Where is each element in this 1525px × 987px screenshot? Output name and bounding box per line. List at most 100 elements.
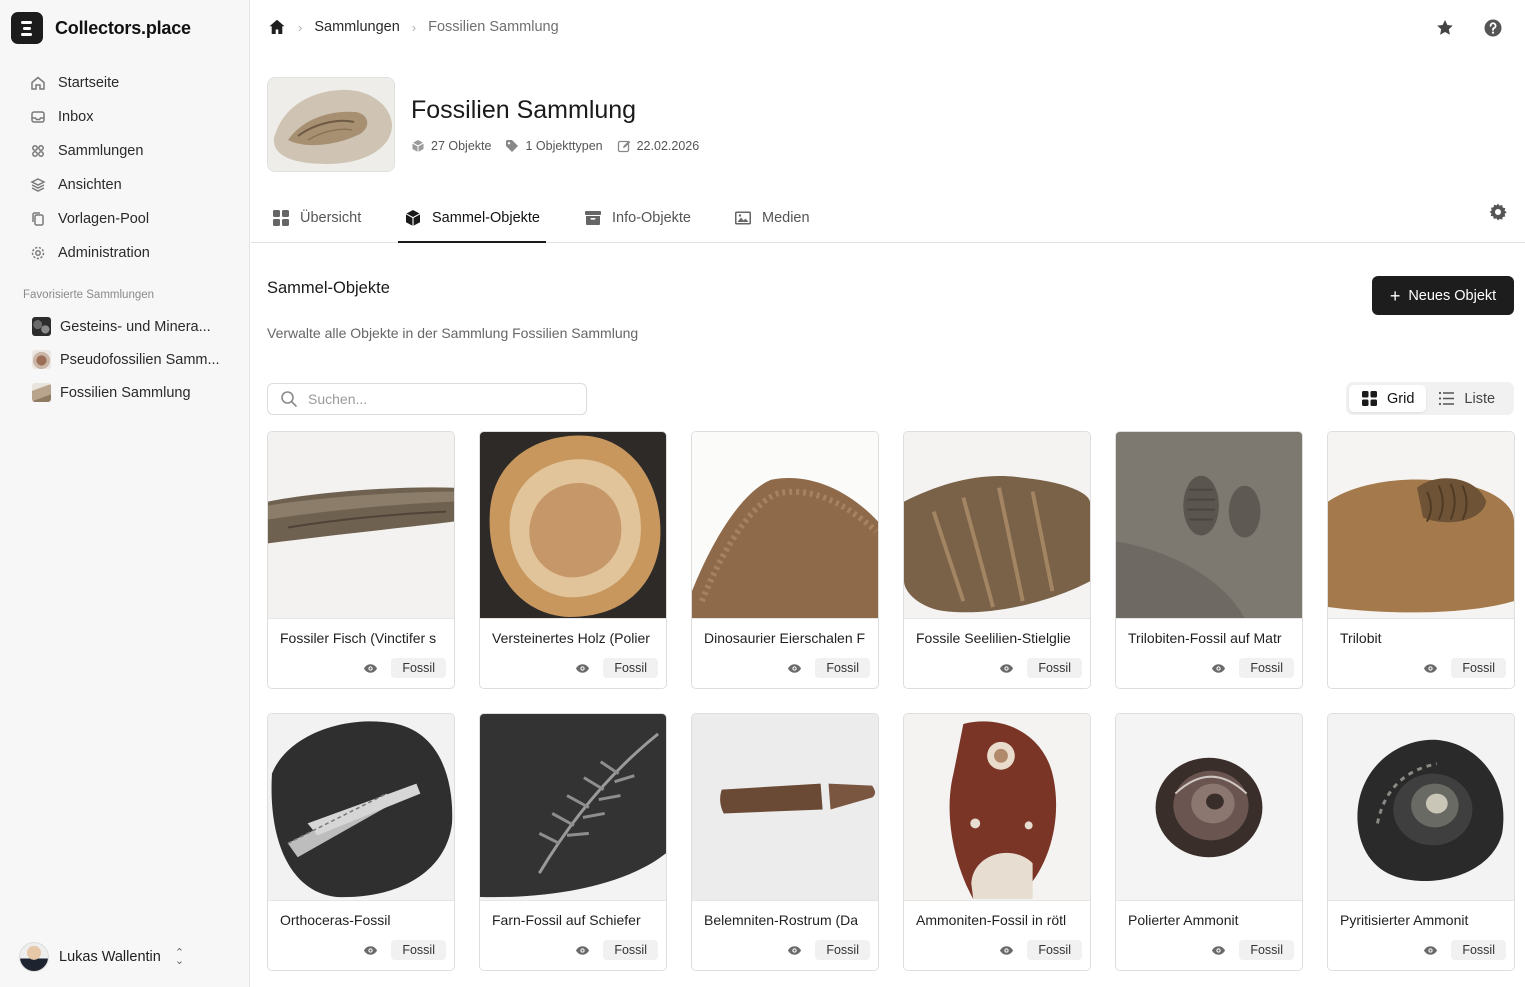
app-name: Collectors.place (55, 17, 191, 38)
app-logo-icon (11, 12, 43, 44)
object-image (1116, 432, 1302, 619)
object-type-badge: Fossil (815, 658, 870, 678)
grid-view-icon (1362, 391, 1377, 406)
object-card[interactable]: Orthoceras-Fossil Fossil (267, 713, 455, 971)
tab-bar: Übersicht Sammel-Objekte Info-Objekte Me… (251, 194, 1525, 243)
archive-icon (585, 211, 601, 225)
eye-icon[interactable] (1205, 658, 1231, 678)
object-type-badge: Fossil (391, 940, 446, 960)
search-input[interactable] (308, 391, 568, 407)
help-icon[interactable] (1483, 18, 1503, 38)
eye-icon[interactable] (781, 658, 807, 678)
nav-item-vorlagen-pool[interactable]: Vorlagen-Pool (30, 202, 235, 236)
object-type-badge: Fossil (603, 658, 658, 678)
star-icon[interactable] (1435, 18, 1455, 38)
object-card[interactable]: Farn-Fossil auf Schiefer Fossil (479, 713, 667, 971)
chevron-right-icon: › (298, 19, 303, 35)
eye-icon[interactable] (993, 658, 1019, 678)
eye-icon[interactable] (569, 658, 595, 678)
list-view-icon (1439, 391, 1455, 406)
new-object-button[interactable]: + Neues Objekt (1372, 276, 1514, 315)
object-card[interactable]: Versteinertes Holz (Polier Fossil (479, 431, 667, 689)
object-card[interactable]: Trilobiten-Fossil auf Matr Fossil (1115, 431, 1303, 689)
view-grid-button[interactable]: Grid (1349, 385, 1427, 412)
view-list-label: Liste (1464, 390, 1496, 407)
breadcrumb-sammlungen[interactable]: Sammlungen (314, 19, 399, 35)
nav-item-startseite[interactable]: Startseite (30, 66, 235, 100)
collection-meta: 27 Objekte 1 Objekttypen 22.02.2026 (411, 139, 699, 153)
object-card[interactable]: Trilobit Fossil (1327, 431, 1515, 689)
object-card[interactable]: Fossiler Fisch (Vinctifer s Fossil (267, 431, 455, 689)
nav-item-inbox[interactable]: Inbox (30, 100, 235, 134)
nav-item-ansichten[interactable]: Ansichten (30, 168, 235, 202)
favorites-heading: Favorisierte Sammlungen (23, 289, 155, 301)
eye-icon[interactable] (781, 940, 807, 960)
object-image (268, 714, 454, 901)
favorite-label: Fossilien Sammlung (60, 384, 191, 401)
breadcrumb: › Sammlungen › Fossilien Sammlung (268, 18, 559, 36)
tab-uebersicht[interactable]: Übersicht (272, 194, 361, 242)
user-menu[interactable]: Lukas Wallentin ⌃ ⌄ (19, 942, 184, 972)
settings-gear-icon[interactable] (1488, 202, 1508, 222)
favorite-gesteins-mineralien[interactable]: Gesteins- und Minera... (32, 310, 232, 343)
avatar (19, 942, 49, 972)
object-meta: Fossil (1328, 928, 1514, 960)
nav-item-label: Ansichten (58, 177, 122, 193)
object-image (1328, 714, 1514, 901)
object-card[interactable]: Fossile Seelilien-Stielglie Fossil (903, 431, 1091, 689)
object-image (1328, 432, 1514, 619)
nav-item-label: Vorlagen-Pool (58, 211, 150, 227)
object-type-badge: Fossil (603, 940, 658, 960)
object-title: Belemniten-Rostrum (Da (704, 912, 859, 928)
object-card[interactable]: Polierter Ammonit Fossil (1115, 713, 1303, 971)
nav-item-administration[interactable]: Administration (30, 236, 235, 270)
tab-medien[interactable]: Medien (734, 194, 810, 242)
favorite-label: Pseudofossilien Samm... (60, 351, 220, 368)
eye-icon[interactable] (1417, 658, 1443, 678)
object-title: Dinosaurier Eierschalen F (704, 630, 866, 646)
tab-label: Info-Objekte (612, 210, 691, 226)
eye-icon[interactable] (357, 658, 383, 678)
object-type-badge: Fossil (1239, 658, 1294, 678)
eye-icon[interactable] (1205, 940, 1231, 960)
object-title: Farn-Fossil auf Schiefer (492, 912, 641, 928)
object-meta: Fossil (692, 646, 878, 678)
eye-icon[interactable] (569, 940, 595, 960)
object-card[interactable]: Dinosaurier Eierschalen F Fossil (691, 431, 879, 689)
dashboard-icon (273, 210, 289, 226)
favorite-fossilien[interactable]: Fossilien Sammlung (32, 376, 232, 409)
object-type-badge: Fossil (815, 940, 870, 960)
view-list-button[interactable]: Liste (1426, 385, 1507, 412)
section-description: Verwalte alle Objekte in der Sammlung Fo… (267, 325, 639, 341)
tab-label: Übersicht (300, 210, 362, 226)
object-image (1116, 714, 1302, 901)
object-meta: Fossil (904, 928, 1090, 960)
home-icon[interactable] (268, 18, 286, 36)
tab-sammel-objekte[interactable]: Sammel-Objekte (398, 194, 546, 243)
object-card[interactable]: Ammoniten-Fossil in rötl Fossil (903, 713, 1091, 971)
eye-icon[interactable] (1417, 940, 1443, 960)
object-card[interactable]: Pyritisierter Ammonit Fossil (1327, 713, 1515, 971)
nav-item-sammlungen[interactable]: Sammlungen (30, 134, 235, 168)
breadcrumb-current: Fossilien Sammlung (428, 19, 559, 35)
eye-icon[interactable] (357, 940, 383, 960)
object-card[interactable]: Belemniten-Rostrum (Da Fossil (691, 713, 879, 971)
section-title: Sammel-Objekte (267, 279, 390, 297)
object-image (268, 432, 454, 619)
new-object-label: Neues Objekt (1408, 287, 1497, 304)
eye-icon[interactable] (993, 940, 1019, 960)
view-toggle: Grid Liste (1346, 382, 1514, 415)
grid-icon (32, 145, 44, 157)
favorite-pseudofossilien[interactable]: Pseudofossilien Samm... (32, 343, 232, 376)
object-title: Trilobit (1340, 630, 1382, 646)
image-icon (735, 211, 751, 225)
main-nav: Startseite Inbox Sammlungen Ansichten Vo… (30, 66, 235, 270)
search-field[interactable] (267, 383, 587, 415)
search-icon (281, 391, 297, 407)
brand[interactable]: Collectors.place (11, 12, 191, 44)
collection-thumbnail (32, 350, 51, 369)
object-title: Pyritisierter Ammonit (1340, 912, 1469, 928)
tab-info-objekte[interactable]: Info-Objekte (584, 194, 691, 242)
object-image (904, 714, 1090, 901)
object-grid: Fossiler Fisch (Vinctifer s Fossil Verst… (267, 431, 1515, 971)
